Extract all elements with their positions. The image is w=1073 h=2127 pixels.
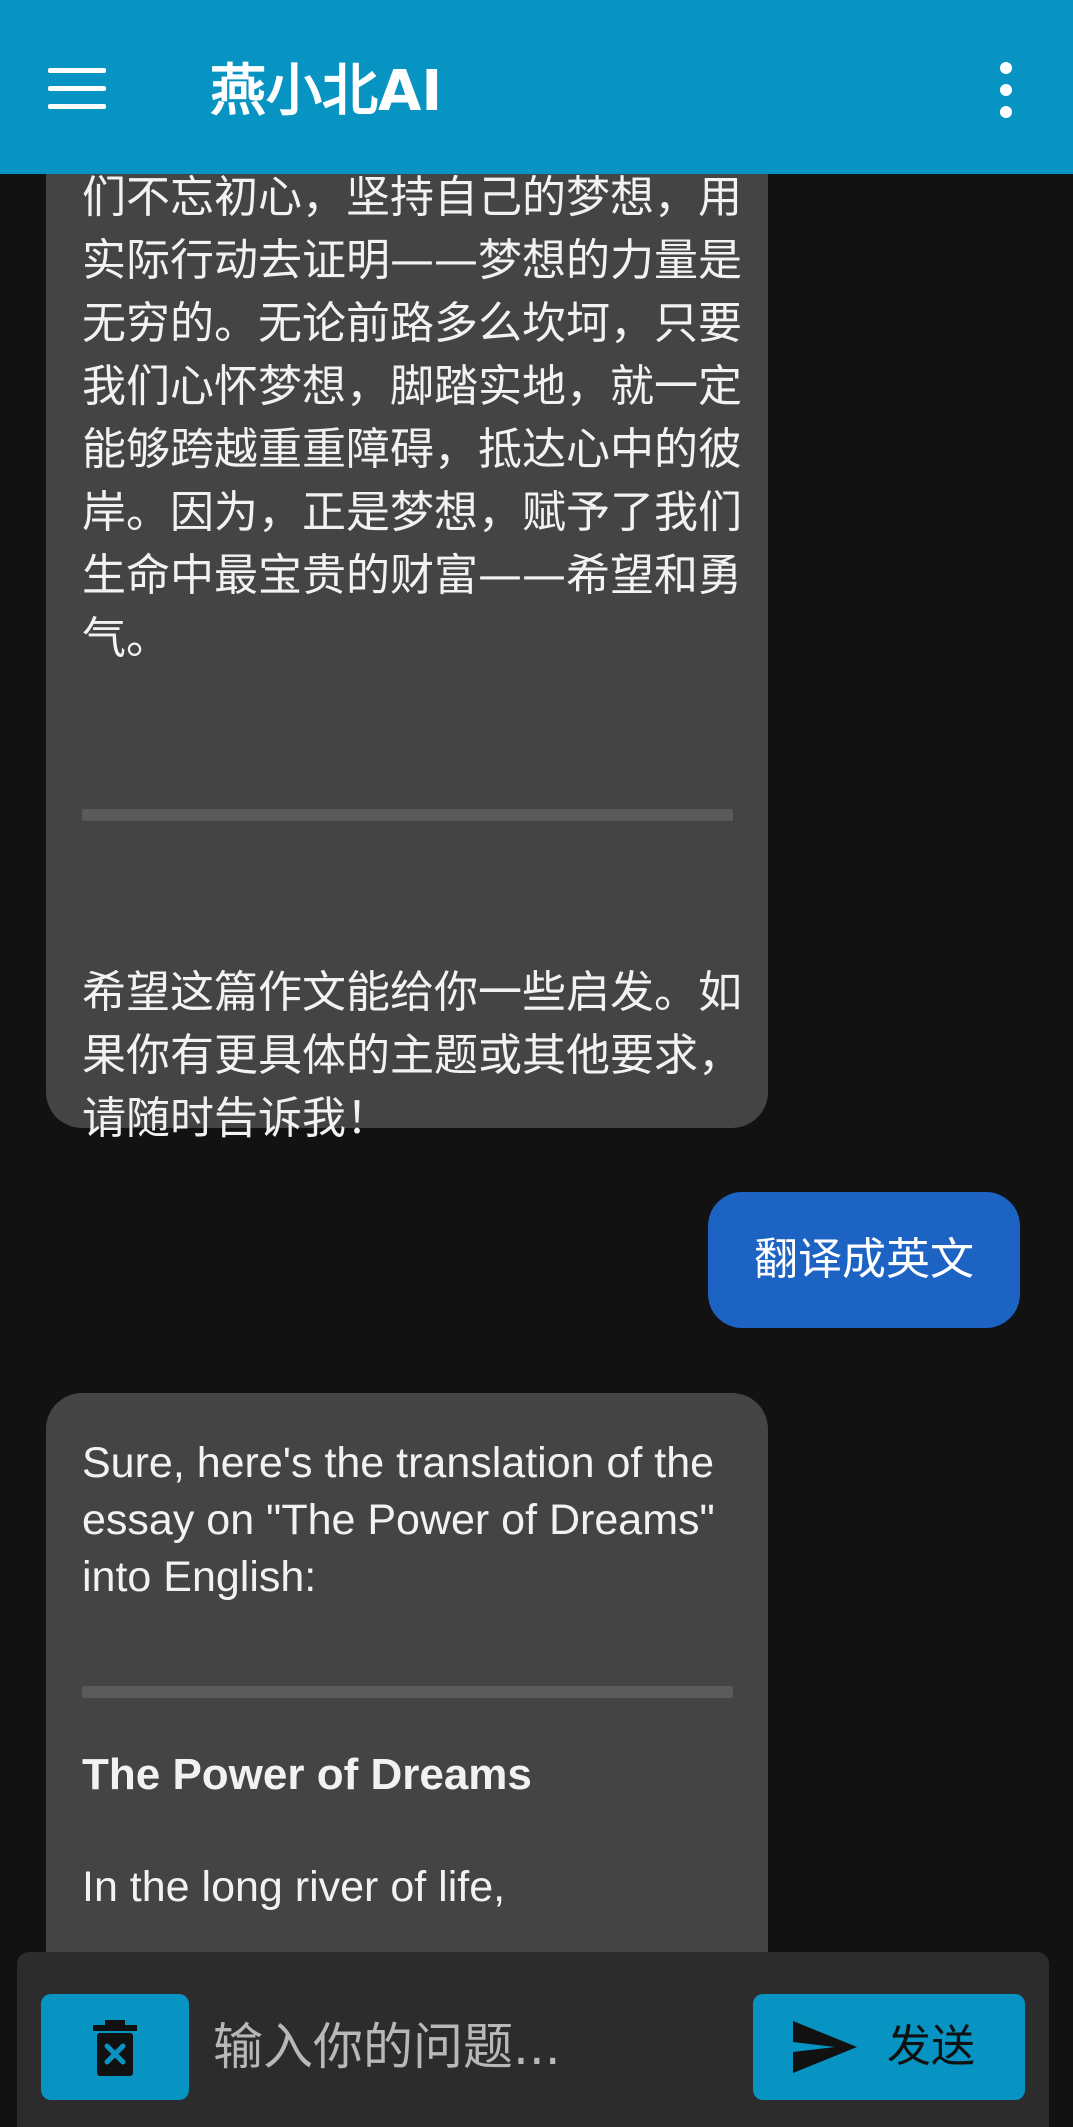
trash-icon [93,2020,137,2076]
chat-screen: 燕小北AI 们不忘初心，坚持自己的梦想，用实际行动去证明——梦想的力量是无穷的。… [0,0,1073,2127]
hamburger-menu-icon-bar [48,104,106,109]
send-button-label: 发送 [887,2021,975,2072]
app-bar: 燕小北AI [0,0,1073,174]
message-paragraph: In the long river of life, [82,1863,506,1911]
hamburger-menu-icon [48,68,106,73]
assistant-message: 们不忘初心，坚持自己的梦想，用实际行动去证明——梦想的力量是无穷的。无论前路多么… [46,174,768,1144]
send-button[interactable]: 发送 [753,1994,1025,2100]
more-vertical-icon [1000,62,1012,74]
send-icon [793,2021,857,2073]
clear-chat-button[interactable] [41,1994,189,2100]
user-message: 翻译成英文 [708,1192,1020,1328]
question-input[interactable] [213,1994,753,2100]
more-vertical-icon-dot [1000,106,1012,118]
message-paragraph: 希望这篇作文能给你一些启发。如果你有更具体的主题或其他要求，请随时告诉我！ [82,967,742,1144]
more-vertical-icon-dot [1000,84,1012,96]
more-options-button[interactable] [990,62,1022,118]
message-list[interactable]: 们不忘初心，坚持自己的梦想，用实际行动去证明——梦想的力量是无穷的。无论前路多么… [0,174,1073,1952]
hamburger-menu-icon-bar [48,86,106,91]
app-title: 燕小北AI [210,59,443,124]
message-divider [82,809,733,821]
message-paragraph: 们不忘初心，坚持自己的梦想，用实际行动去证明——梦想的力量是无穷的。无论前路多么… [82,174,742,664]
assistant-message: Sure, here's the translation of the essa… [46,1393,768,1952]
message-paragraph: Sure, here's the translation of the essa… [82,1439,715,1601]
message-divider [82,1686,733,1698]
input-bar: 发送 [17,1952,1049,2127]
message-heading: The Power of Dreams [82,1750,532,1799]
menu-button[interactable] [48,68,106,110]
